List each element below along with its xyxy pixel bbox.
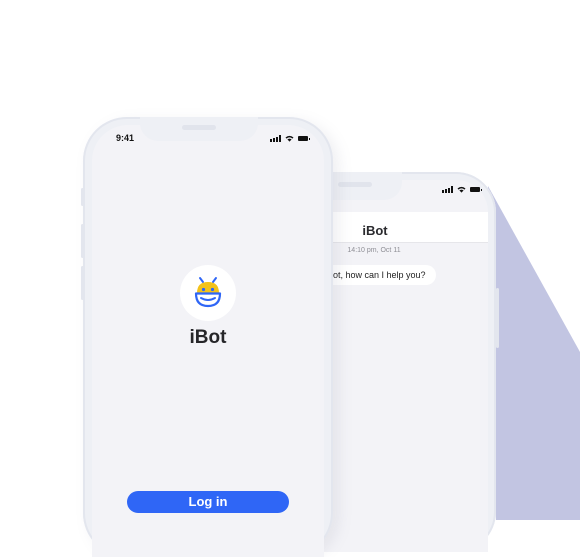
mute-switch [81, 188, 84, 206]
front-status-icons [270, 135, 310, 142]
battery-icon [298, 136, 310, 141]
back-status-icons [442, 186, 482, 193]
status-time: 9:41 [116, 133, 135, 143]
speaker-grille [182, 125, 216, 130]
speaker-grille [338, 182, 372, 187]
volume-down-button [81, 266, 84, 300]
app-logo [180, 265, 236, 321]
wifi-icon [457, 186, 466, 193]
back-phone-side-button [496, 288, 499, 348]
splash-screen: 9:41 iBot Log in [92, 125, 324, 557]
volume-up-button [81, 224, 84, 258]
chat-header: iBot [310, 212, 488, 243]
front-phone-notch [140, 117, 258, 141]
login-button[interactable]: Log in [127, 491, 289, 513]
chat-screen: iBot 14:10 pm, Oct 11 is iBot, how can I… [310, 180, 488, 552]
app-name: iBot [189, 327, 227, 348]
battery-icon [470, 187, 482, 192]
signal-icon [442, 186, 453, 193]
robot-logo-icon [194, 277, 222, 308]
wifi-icon [285, 135, 294, 142]
signal-icon [270, 135, 281, 142]
front-phone-mockup: 9:41 iBot Log in [83, 117, 333, 557]
